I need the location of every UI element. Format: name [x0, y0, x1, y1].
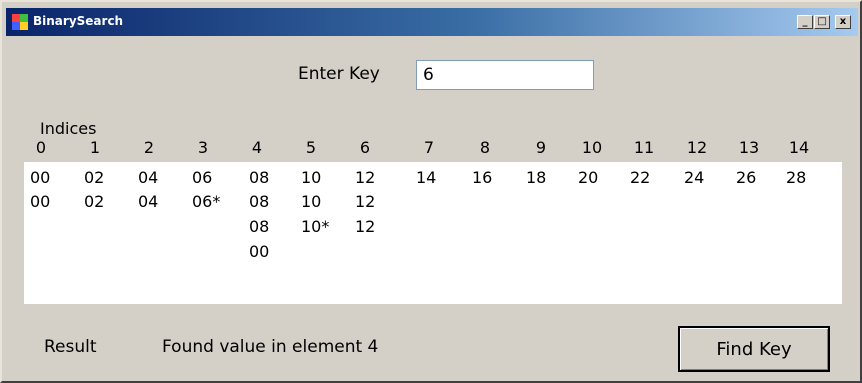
title-bar[interactable]: BinarySearch _ □ x — [6, 8, 858, 36]
array-cell: 08 — [249, 192, 270, 211]
array-cell: 00 — [30, 192, 51, 211]
index-5: 5 — [305, 138, 317, 157]
index-14: 14 — [788, 138, 810, 157]
array-cell: 06* — [192, 192, 221, 211]
array-cell: 02 — [84, 192, 105, 211]
array-cell: 04 — [138, 168, 159, 187]
array-output-panel: 00 02 04 06 08 10 12 14 16 18 20 22 24 2… — [24, 162, 842, 304]
binary-search-window: BinarySearch _ □ x Enter Key 6 Indices 0… — [0, 0, 862, 383]
index-13: 13 — [738, 138, 760, 157]
key-input[interactable]: 6 — [416, 60, 594, 90]
array-cell: 06 — [192, 168, 213, 187]
indices-label: Indices — [40, 119, 97, 138]
array-cell: 12 — [355, 192, 376, 211]
result-text: Found value in element 4 — [162, 337, 379, 357]
index-7: 7 — [423, 138, 435, 157]
array-cell: 00 — [30, 168, 51, 187]
array-cell: 00 — [249, 242, 270, 261]
array-cell: 04 — [138, 192, 159, 211]
window-title: BinarySearch — [33, 14, 124, 28]
index-9: 9 — [535, 138, 547, 157]
result-label: Result — [44, 337, 97, 357]
array-cell: 26 — [736, 168, 757, 187]
array-cell: 14 — [416, 168, 437, 187]
array-cell: 24 — [684, 168, 705, 187]
array-cell: 10 — [301, 192, 322, 211]
array-cell: 28 — [786, 168, 807, 187]
array-cell: 08 — [249, 217, 270, 236]
close-button[interactable]: x — [835, 15, 851, 29]
array-cell: 22 — [630, 168, 651, 187]
array-cell: 10* — [301, 217, 330, 236]
enter-key-label: Enter Key — [298, 64, 380, 84]
array-cell: 18 — [526, 168, 547, 187]
array-cell: 08 — [249, 168, 270, 187]
index-3: 3 — [197, 138, 209, 157]
find-key-button[interactable]: Find Key — [678, 326, 830, 372]
index-8: 8 — [479, 138, 491, 157]
index-row: 0 1 2 3 4 5 6 7 8 9 10 11 12 13 14 — [2, 138, 862, 160]
index-12: 12 — [686, 138, 708, 157]
minimize-button[interactable]: _ — [797, 15, 813, 29]
index-1: 1 — [89, 138, 101, 157]
index-11: 11 — [633, 138, 655, 157]
index-4: 4 — [251, 138, 263, 157]
index-6: 6 — [359, 138, 371, 157]
array-cell: 12 — [355, 217, 376, 236]
array-cell: 16 — [472, 168, 493, 187]
array-cell: 02 — [84, 168, 105, 187]
array-cell: 12 — [355, 168, 376, 187]
index-2: 2 — [143, 138, 155, 157]
index-10: 10 — [581, 138, 603, 157]
array-cell: 20 — [578, 168, 599, 187]
index-0: 0 — [35, 138, 47, 157]
maximize-button[interactable]: □ — [814, 15, 830, 29]
array-cell: 10 — [301, 168, 322, 187]
app-icon — [12, 14, 28, 30]
